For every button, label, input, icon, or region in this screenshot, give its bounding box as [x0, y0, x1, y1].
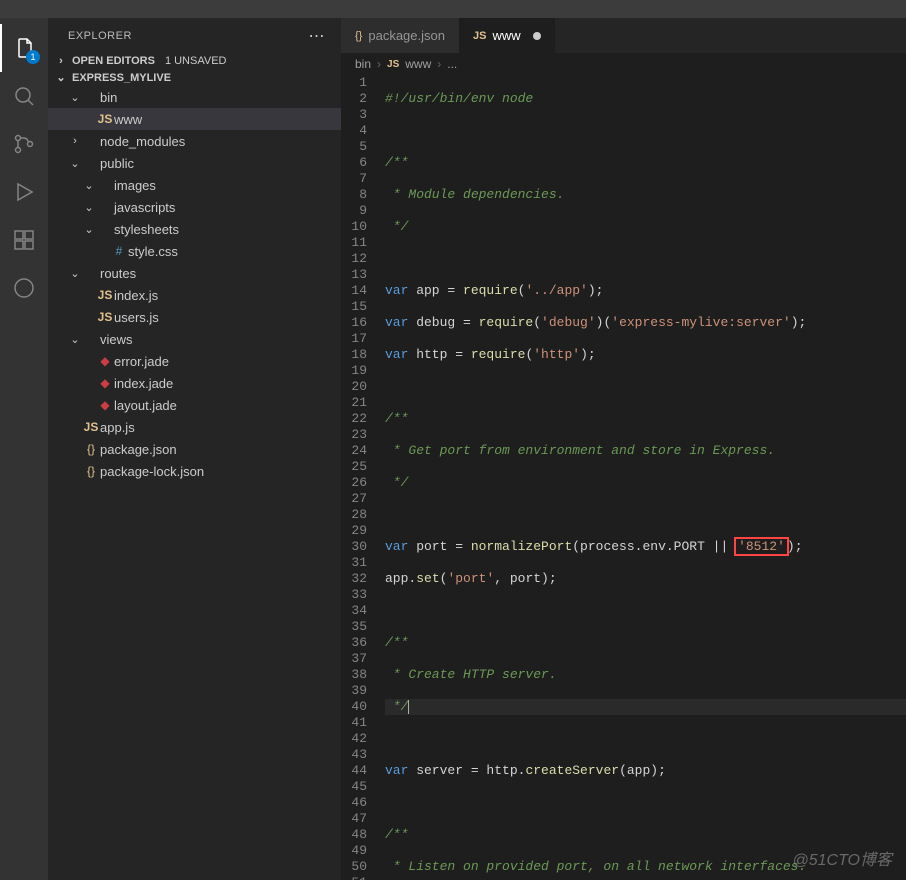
breadcrumbs[interactable]: bin › JS www › ...: [341, 53, 906, 75]
text-cursor: [408, 700, 409, 714]
tab-label: package.json: [368, 28, 445, 43]
tree-folder-public[interactable]: ⌄public: [48, 152, 341, 174]
port-highlight: '8512': [734, 537, 789, 556]
sidebar-title: EXPLORER ⋯: [48, 18, 341, 53]
tree-file-www[interactable]: JSwww: [48, 108, 341, 130]
tree-folder-images[interactable]: ⌄images: [48, 174, 341, 196]
tab-label: www: [492, 28, 520, 43]
editor-area: {} package.json JS www bin › JS www › ..…: [341, 18, 906, 880]
tree-folder-views[interactable]: ⌄views: [48, 328, 341, 350]
tree-folder-bin[interactable]: ⌄bin: [48, 86, 341, 108]
tree-file-errorjade[interactable]: ◆error.jade: [48, 350, 341, 372]
explorer-activity-icon[interactable]: 1: [0, 24, 48, 72]
explorer-badge: 1: [26, 50, 40, 64]
tree-file-appjs[interactable]: JSapp.js: [48, 416, 341, 438]
js-icon: JS: [473, 30, 486, 42]
tree-file-stylecss[interactable]: #style.css: [48, 240, 341, 262]
chevron-right-icon: ›: [437, 57, 441, 71]
breadcrumb-www[interactable]: www: [405, 57, 431, 71]
breadcrumb-bin[interactable]: bin: [355, 57, 371, 71]
tree-file-usersjs[interactable]: JSusers.js: [48, 306, 341, 328]
tree-file-indexjade[interactable]: ◆index.jade: [48, 372, 341, 394]
search-activity-icon[interactable]: [0, 72, 48, 120]
tree-file-packagelock[interactable]: {}package-lock.json: [48, 460, 341, 482]
open-editors-label: OPEN EDITORS: [72, 55, 155, 67]
extensions-activity-icon[interactable]: [0, 216, 48, 264]
open-editors-section[interactable]: › OPEN EDITORS 1 UNSAVED: [48, 53, 341, 69]
editor-tabs: {} package.json JS www: [341, 18, 906, 53]
tree-folder-routes[interactable]: ⌄routes: [48, 262, 341, 284]
explorer-sidebar: EXPLORER ⋯ › OPEN EDITORS 1 UNSAVED ⌄ EX…: [48, 18, 341, 880]
tree-file-packagejson[interactable]: {}package.json: [48, 438, 341, 460]
tab-www[interactable]: JS www: [459, 18, 555, 53]
chevron-right-icon: ›: [377, 57, 381, 71]
scm-activity-icon[interactable]: [0, 120, 48, 168]
tree-folder-stylesheets[interactable]: ⌄stylesheets: [48, 218, 341, 240]
more-actions-icon[interactable]: ⋯: [309, 26, 326, 46]
file-tree: ⌄bin JSwww ›node_modules ⌄public ⌄images…: [48, 86, 341, 482]
debug-activity-icon[interactable]: [0, 168, 48, 216]
code-editor[interactable]: 1234567891011121314151617181920212223242…: [341, 75, 906, 880]
explorer-title-label: EXPLORER: [68, 30, 132, 42]
js-icon: JS: [387, 59, 399, 70]
tree-folder-javascripts[interactable]: ⌄javascripts: [48, 196, 341, 218]
chevron-right-icon: ›: [54, 55, 68, 67]
remote-activity-icon[interactable]: [0, 264, 48, 312]
menu-bar: [0, 8, 906, 18]
breadcrumb-ellipsis[interactable]: ...: [447, 57, 457, 71]
tree-file-layoutjade[interactable]: ◆layout.jade: [48, 394, 341, 416]
project-label: EXPRESS_MYLIVE: [72, 72, 171, 84]
window-titlebar: [0, 0, 906, 8]
dirty-indicator-icon: [533, 32, 541, 40]
json-icon: {}: [355, 30, 362, 42]
tab-packagejson[interactable]: {} package.json: [341, 18, 459, 53]
tree-file-indexjs[interactable]: JSindex.js: [48, 284, 341, 306]
code-source[interactable]: #!/usr/bin/env node /** * Module depende…: [381, 75, 906, 880]
watermark: @51CTO博客: [792, 846, 892, 870]
tree-folder-nodemodules[interactable]: ›node_modules: [48, 130, 341, 152]
project-section[interactable]: ⌄ EXPRESS_MYLIVE: [48, 69, 341, 86]
line-gutter: 1234567891011121314151617181920212223242…: [341, 75, 381, 880]
activity-bar: 1: [0, 18, 48, 880]
unsaved-count: 1 UNSAVED: [165, 55, 227, 67]
chevron-down-icon: ⌄: [54, 71, 68, 84]
